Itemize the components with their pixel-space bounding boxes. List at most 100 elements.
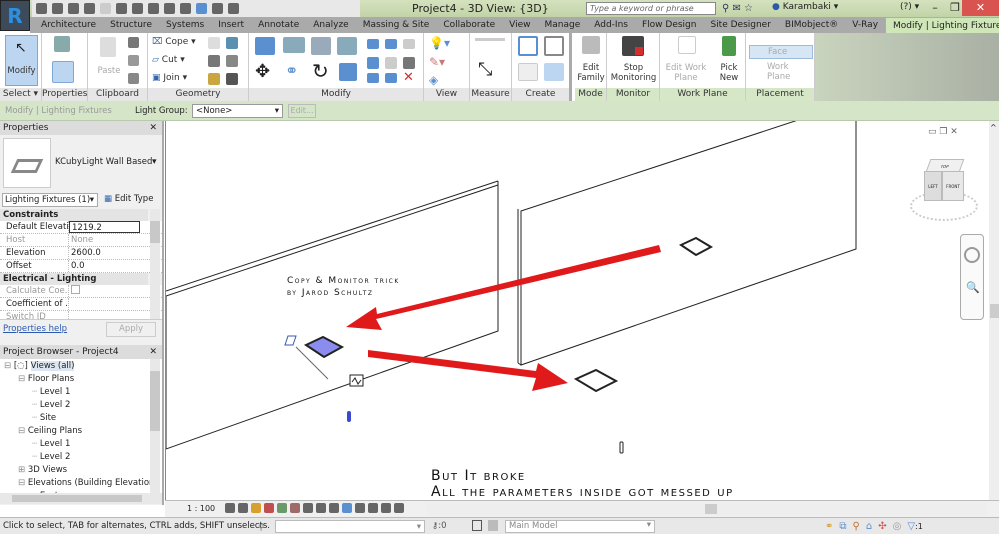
close-hidden-icon[interactable] xyxy=(212,3,223,14)
paint-icon[interactable] xyxy=(226,37,238,49)
delete-icon[interactable]: ✕ xyxy=(403,70,414,85)
reveal-hidden-icon[interactable] xyxy=(342,503,352,513)
hammer-icon[interactable] xyxy=(226,73,238,85)
work-plane-placement-button[interactable]: Work Plane xyxy=(749,62,813,82)
switch-windows-icon[interactable] xyxy=(228,3,239,14)
viewcube-top-face[interactable]: TOP xyxy=(925,159,965,172)
section-icon[interactable] xyxy=(180,3,191,14)
pin-icon[interactable] xyxy=(403,57,415,69)
element-filter-select[interactable]: Lighting Fixtures (1) ▾ xyxy=(2,193,98,207)
browser-scrollbar[interactable] xyxy=(150,359,160,493)
constraints-icon[interactable] xyxy=(381,503,391,513)
tab-flow-design[interactable]: Flow Design xyxy=(635,17,703,33)
measure-along-icon[interactable]: ⤡ xyxy=(478,59,492,80)
3d-view-icon[interactable] xyxy=(164,3,175,14)
browser-item[interactable]: ┄ Level 2 xyxy=(0,399,162,412)
browser-item[interactable]: ┄ Level 1 xyxy=(0,438,162,451)
edit-family-icon[interactable] xyxy=(582,36,600,54)
property-row[interactable]: Calculate Coe... xyxy=(0,285,162,298)
measure-between-icon[interactable] xyxy=(475,38,505,41)
create-assembly-icon[interactable] xyxy=(518,36,538,56)
save-icon[interactable] xyxy=(52,3,63,14)
apply-button[interactable]: Apply xyxy=(106,322,156,337)
application-menu-button[interactable]: R xyxy=(0,0,30,31)
align-icon[interactable] xyxy=(255,37,275,55)
pick-new-icon[interactable] xyxy=(722,36,736,56)
property-row[interactable]: Switch ID xyxy=(0,311,162,319)
tab-collaborate[interactable]: Collaborate xyxy=(436,17,502,33)
copy-icon[interactable] xyxy=(128,55,139,66)
tab-add-ins[interactable]: Add-Ins xyxy=(587,17,635,33)
edit-work-plane-button[interactable]: Edit Work Plane xyxy=(662,63,710,83)
browser-item[interactable]: ⊟ Elevations (Building Elevation xyxy=(0,477,162,490)
browser-item[interactable]: ┄ Site xyxy=(0,412,162,425)
browser-horizontal-scrollbar[interactable] xyxy=(0,493,162,504)
create-parts-icon[interactable] xyxy=(544,36,564,56)
shadows-icon[interactable] xyxy=(264,503,274,513)
background-process-icon[interactable]: ◎ xyxy=(893,519,902,535)
cut-icon[interactable] xyxy=(128,37,139,48)
wall-joins-icon[interactable] xyxy=(208,55,220,67)
collapse-icon[interactable]: ⊟ xyxy=(18,374,28,384)
view-scale[interactable]: 1 : 100 xyxy=(187,504,215,513)
modify-button[interactable]: ↖ Modify xyxy=(5,35,38,86)
unpin-icon[interactable] xyxy=(403,39,415,49)
close-button[interactable]: ✕ xyxy=(962,0,999,16)
move-icon[interactable]: ✥ xyxy=(255,61,270,82)
browser-item[interactable]: ┄ Level 2 xyxy=(0,451,162,464)
browser-item[interactable]: ⊟ [◌] Views (all) xyxy=(0,360,162,373)
rotate-icon[interactable]: ↻ xyxy=(312,59,329,83)
create-similar-icon[interactable] xyxy=(544,63,564,81)
edit-type-button[interactable]: ▦ Edit Type xyxy=(104,194,153,204)
property-row[interactable]: Elevation 2600.0 xyxy=(0,247,162,260)
tab-bimobject[interactable]: BIMobject® xyxy=(778,17,845,33)
mirror-draw-icon[interactable] xyxy=(337,37,357,55)
filter-icon[interactable]: ▽:1 xyxy=(907,519,923,535)
analytical-model-icon[interactable] xyxy=(355,503,365,513)
match-properties-icon[interactable] xyxy=(128,73,139,84)
tab-site-designer[interactable]: Site Designer xyxy=(703,17,777,33)
viewcube-left-face[interactable]: LEFT xyxy=(924,171,942,201)
properties-scrollbar[interactable] xyxy=(150,209,160,319)
checkbox[interactable] xyxy=(71,285,80,294)
select-links-icon[interactable]: ⚭ xyxy=(825,519,833,535)
thin-lines-icon[interactable] xyxy=(196,3,207,14)
detail-level-icon[interactable] xyxy=(225,503,235,513)
tab-v-ray[interactable]: V-Ray xyxy=(845,17,885,33)
zoom-region-icon[interactable]: 🔍 xyxy=(966,281,980,294)
create-group-icon[interactable] xyxy=(518,63,538,81)
view-window-controls[interactable]: ▭ ❐ ✕ xyxy=(928,127,958,137)
user-menu[interactable]: ● Karambaki ▾ xyxy=(772,2,838,12)
crop-view-icon[interactable] xyxy=(290,503,300,513)
edit-family-button[interactable]: Edit Family xyxy=(575,63,607,83)
property-row[interactable]: Default Elevati...1219.2 xyxy=(0,221,162,234)
paste-icon[interactable] xyxy=(100,37,116,57)
render-icon[interactable] xyxy=(277,503,287,513)
demolish-icon[interactable] xyxy=(208,73,220,85)
select-pinned-icon[interactable]: ⚲ xyxy=(853,519,860,535)
collapse-icon[interactable]: ⊟ xyxy=(4,361,14,371)
browser-item[interactable]: ⊟ Ceiling Plans xyxy=(0,425,162,438)
sun-path-icon[interactable] xyxy=(251,503,261,513)
join-button[interactable]: ▣ Join ▾ xyxy=(152,73,187,83)
browser-item[interactable]: ⊟ Floor Plans xyxy=(0,373,162,386)
viewcube-front-face[interactable]: FRONT xyxy=(942,171,964,201)
copy-element-icon[interactable]: ⚭ xyxy=(285,61,298,80)
design-option-select[interactable]: Main Model ▾ xyxy=(505,520,655,533)
tab-manage[interactable]: Manage xyxy=(538,17,588,33)
browser-item[interactable]: ⊞ 3D Views xyxy=(0,464,162,477)
close-icon[interactable]: ✕ xyxy=(149,345,157,359)
tab-structure[interactable]: Structure xyxy=(103,17,159,33)
show-crop-icon[interactable] xyxy=(303,503,313,513)
array-icon[interactable] xyxy=(367,57,379,69)
property-row[interactable]: Offset 0.0 xyxy=(0,260,162,273)
trim-extend-icon[interactable] xyxy=(339,63,357,81)
edit-light-group-button[interactable]: Edit... xyxy=(288,104,316,118)
highlight-displacement-icon[interactable] xyxy=(368,503,378,513)
select-underlay-icon[interactable]: ⧉ xyxy=(839,519,846,535)
redo-icon[interactable] xyxy=(100,3,111,14)
lock-view-icon[interactable] xyxy=(316,503,326,513)
section-constraints[interactable]: Constraints xyxy=(0,209,148,221)
tab-view[interactable]: View xyxy=(502,17,537,33)
drag-on-selection-icon[interactable]: ✣ xyxy=(878,519,886,535)
